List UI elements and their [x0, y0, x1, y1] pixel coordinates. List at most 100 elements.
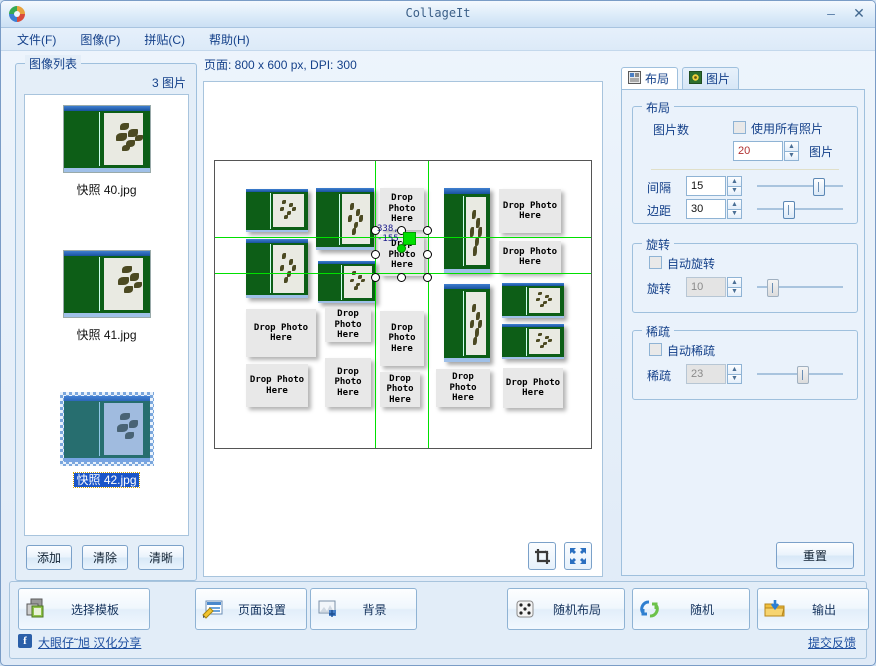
rotation-section: 旋转 自动旋转 旋转 ▲ ▼ [632, 243, 858, 313]
collage-photo[interactable] [316, 188, 374, 250]
stepper-down-icon[interactable]: ▼ [784, 151, 799, 162]
auto-rotate-checkbox[interactable] [649, 256, 662, 269]
page-setup-button[interactable]: 页面设置 [195, 588, 307, 630]
stepper-up-icon[interactable]: ▲ [727, 199, 742, 209]
margin-slider[interactable] [757, 201, 843, 217]
clear-button[interactable]: 清除 [82, 545, 128, 570]
random-label: 随机 [667, 601, 749, 618]
rotation-input[interactable] [686, 277, 726, 297]
collage-photo[interactable] [246, 189, 308, 232]
tab-photo[interactable]: 图片 [682, 67, 739, 90]
collage-photo[interactable] [318, 261, 376, 303]
minimize-button[interactable]: – [821, 4, 841, 22]
rotate-handle[interactable] [397, 244, 406, 253]
menu-help[interactable]: 帮助(H) [207, 30, 252, 49]
margin-stepper[interactable]: ▲ ▼ [727, 199, 742, 219]
rotation-slider[interactable] [757, 279, 843, 295]
photo-count-stepper[interactable]: ▲ ▼ [784, 141, 799, 161]
stepper-down-icon[interactable]: ▼ [727, 209, 742, 220]
resize-handle[interactable] [423, 273, 432, 282]
thumbnail-image [63, 250, 151, 318]
collage-photo[interactable] [502, 283, 564, 318]
stepper-down-icon[interactable]: ▼ [727, 287, 742, 298]
resize-handle[interactable] [423, 250, 432, 259]
sharpen-button[interactable]: 清晰 [138, 545, 184, 570]
canvas-area[interactable]: Drop Photo HereDrop Photo HereDrop Photo… [203, 81, 603, 577]
stepper-up-icon[interactable]: ▲ [784, 141, 799, 151]
sparse-input[interactable] [686, 364, 726, 384]
alignment-guide-vertical [375, 161, 376, 448]
menu-collage[interactable]: 拼贴(C) [142, 30, 187, 49]
drop-photo-placeholder[interactable]: Drop Photo Here [325, 358, 371, 407]
resize-handle[interactable] [371, 273, 380, 282]
collage-photo[interactable] [444, 284, 490, 362]
drop-photo-placeholder[interactable]: Drop Photo Here [499, 189, 561, 233]
stepper-down-icon[interactable]: ▼ [727, 186, 742, 197]
feedback-link[interactable]: 提交反馈 [808, 634, 856, 651]
thumbnail-label: 快照 40.jpg [25, 181, 188, 198]
choose-template-button[interactable]: 选择模板 [18, 588, 150, 630]
stepper-up-icon[interactable]: ▲ [727, 364, 742, 374]
stepper-up-icon[interactable]: ▲ [727, 176, 742, 186]
rotation-stepper[interactable]: ▲ ▼ [727, 277, 742, 297]
use-all-photos-checkbox[interactable] [733, 121, 746, 134]
photo-count-input[interactable] [733, 141, 783, 161]
drop-photo-placeholder[interactable]: Drop Photo Here [380, 372, 420, 407]
collage-photo[interactable] [246, 239, 308, 298]
collage-photo[interactable] [444, 188, 490, 273]
layout-icon [628, 71, 641, 87]
close-button[interactable]: ✕ [849, 4, 869, 22]
menu-file[interactable]: 文件(F) [15, 30, 58, 49]
drop-photo-placeholder[interactable]: Drop Photo Here [436, 369, 490, 407]
placeholder-text: Drop Photo Here [499, 247, 561, 268]
sparse-stepper[interactable]: ▲ ▼ [727, 364, 742, 384]
rotation-section-title: 旋转 [642, 236, 674, 253]
collage-photo[interactable] [502, 324, 564, 359]
random-button[interactable]: 随机 [632, 588, 750, 630]
resize-handle[interactable] [371, 250, 380, 259]
drop-photo-placeholder[interactable]: Drop Photo Here [503, 368, 563, 408]
thumbnail-list[interactable]: 快照 40.jpg [24, 94, 189, 536]
shuffle-icon [633, 598, 667, 620]
stepper-up-icon[interactable]: ▲ [727, 277, 742, 287]
spacing-slider[interactable] [757, 178, 843, 194]
drop-photo-placeholder[interactable]: Drop Photo Here [246, 364, 308, 407]
resize-handle[interactable] [423, 226, 432, 235]
facebook-icon[interactable]: f [18, 634, 32, 648]
list-item[interactable]: 快照 41.jpg [25, 240, 188, 385]
drop-photo-placeholder[interactable]: Drop Photo Here [499, 241, 561, 273]
spacing-input[interactable] [686, 176, 726, 196]
expand-arrows-icon [569, 547, 587, 565]
canvas-tools [528, 542, 592, 570]
reset-button[interactable]: 重置 [776, 542, 854, 569]
stepper-down-icon[interactable]: ▼ [727, 374, 742, 385]
list-item[interactable]: 快照 42.jpg [25, 385, 188, 530]
menu-bar: 文件(F) 图像(P) 拼贴(C) 帮助(H) [1, 28, 875, 51]
collage-sheet[interactable]: Drop Photo HereDrop Photo HereDrop Photo… [214, 160, 592, 449]
right-panel-tabs: 布局 图片 [621, 68, 739, 90]
templates-icon [19, 598, 53, 620]
auto-sparse-checkbox[interactable] [649, 343, 662, 356]
auto-sparse-label: 自动稀疏 [667, 342, 715, 359]
sparse-slider[interactable] [757, 366, 843, 382]
menu-image[interactable]: 图像(P) [78, 30, 122, 49]
add-button[interactable]: 添加 [26, 545, 72, 570]
drop-photo-placeholder[interactable]: Drop Photo Here [325, 308, 371, 342]
random-layout-button[interactable]: 随机布局 [507, 588, 625, 630]
drop-photo-placeholder[interactable]: Drop Photo Here [246, 309, 316, 357]
thumbnail-label: 快照 42.jpg [25, 471, 188, 488]
tab-layout[interactable]: 布局 [621, 67, 678, 90]
crop-button[interactable] [528, 542, 556, 570]
photo-count-label: 图片数 [653, 121, 689, 138]
list-item[interactable]: 快照 40.jpg [25, 95, 188, 240]
fit-to-screen-button[interactable] [564, 542, 592, 570]
export-button[interactable]: 输出 [757, 588, 869, 630]
spacing-stepper[interactable]: ▲ ▼ [727, 176, 742, 196]
margin-input[interactable] [686, 199, 726, 219]
layout-section-title: 布局 [642, 99, 674, 116]
background-button[interactable]: 背景 [310, 588, 417, 630]
coordinate-tooltip: 338, -155 [377, 224, 413, 244]
drop-photo-placeholder[interactable]: Drop Photo Here [380, 311, 424, 366]
translator-credit-link[interactable]: 大眼仔˜旭 汉化分享 [38, 634, 141, 651]
resize-handle[interactable] [397, 273, 406, 282]
